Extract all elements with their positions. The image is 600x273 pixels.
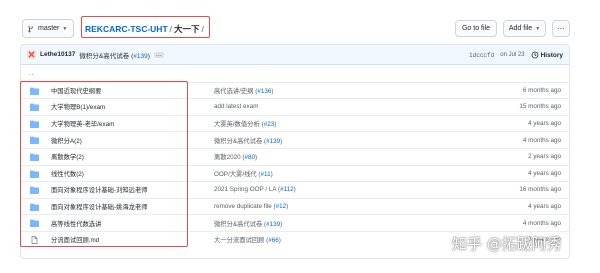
file-commit-age: 4 years ago [528,203,561,211]
expand-commit-button[interactable]: … [153,51,164,58]
file-commit-message[interactable]: OOP/大雾/线代 (#11) [214,169,273,178]
branch-selector[interactable]: master ▼ [22,19,74,38]
watermark: 知乎 @拓跋阿秀 [452,235,562,253]
commit-date: on Jul 23 [500,52,525,58]
commit-pr-link[interactable]: #139 [133,53,147,60]
file-commit-message[interactable]: 微积分&高代试卷 (#139) [214,219,282,228]
more-options-button[interactable]: ··· [552,20,570,37]
history-label: History [540,51,563,59]
commit-meta: 1dcccfd on Jul 23 History [469,45,563,65]
commit-message-text: OOP/大雾/线代 [214,170,257,178]
file-commit-message[interactable]: 2021 Spring OOP / LA (#112) [214,186,296,193]
commit-message-text: 高代选讲/史纲 [214,87,254,95]
commit-pr-link[interactable]: #66 [268,237,279,244]
parent-directory-link[interactable]: .. [29,70,35,77]
commit-pr-link[interactable]: #139 [266,221,280,228]
commit-message-text: 微积分&高代试卷 [214,137,263,145]
commit-pr-link[interactable]: #139 [266,138,280,145]
commit-message-text: add latest exam [214,103,259,111]
file-commit-message[interactable]: 离散2020 (#80) [214,152,257,161]
commit-message-text: 大雾英/数值分析 [214,121,260,129]
file-commit-age: 4 months ago [522,219,561,227]
commit-message-text: 微积分&高代试卷 [79,52,130,60]
file-commit-message[interactable]: add latest exam [214,103,258,110]
file-commit-message[interactable]: 微积分&高代试卷 (#139) [214,136,282,145]
git-branch-icon [28,25,33,32]
file-commit-age: 4 months ago [522,136,561,144]
file-commit-message[interactable]: remove duplicate file (#12) [214,203,288,210]
caret-down-icon: ▼ [535,25,541,32]
file-commit-age: 6 months ago [522,86,561,94]
branch-label: master [38,25,60,32]
file-commit-age: 15 months ago [519,103,561,111]
add-file-button[interactable]: Add file ▼ [503,20,546,37]
add-file-label: Add file [508,25,533,32]
commit-message[interactable]: 微积分&高代试卷 (#139) [79,50,149,60]
caret-down-icon: ▼ [62,25,68,32]
commit-pr-link[interactable]: #80 [244,154,255,161]
repo-header: master ▼ REKCARC-TSC-UHT / 大一下 / Go to f… [0,0,600,40]
history-icon [531,51,538,59]
go-to-file-button[interactable]: Go to file [455,20,497,37]
commit-pr-link[interactable]: #12 [276,203,287,210]
file-commit-message[interactable]: 大一分流面试回顾 (#66) [214,235,281,244]
commit-pr-close: ) [147,52,150,60]
file-commit-age: 4 years ago [528,169,561,177]
commit-pr-link[interactable]: #23 [264,121,275,128]
history-button[interactable]: History [531,51,563,59]
commit-message-text: 离散2020 [214,154,241,162]
avatar[interactable] [27,50,36,59]
folder-list-highlight-annotation [20,81,188,247]
commit-pr-link[interactable]: #11 [261,171,271,178]
file-commit-age: 4 years ago [528,120,561,128]
parent-directory-row[interactable]: .. [21,65,569,82]
commit-message-text: 2021 Spring OOP / LA [214,186,277,194]
commit-hash[interactable]: 1dcccfd [469,52,494,59]
breadcrumb-highlight-annotation [81,16,210,38]
file-commit-message[interactable]: 高代选讲/史纲 (#136) [214,86,274,95]
commit-message-text: 微积分&高代试卷 [214,220,263,228]
commit-pr-link[interactable]: #136 [257,88,271,95]
file-commit-age: 2 years ago [528,153,561,161]
commit-message-text: 大一分流面试回顾 [214,237,265,245]
latest-commit-bar: Lethe10137 微积分&高代试卷 (#139) … 1dcccfd on … [21,45,569,65]
commit-pr-link[interactable]: #112 [280,186,294,193]
file-commit-age: 16 months ago [519,186,561,194]
commit-message-text: remove duplicate file [214,203,272,211]
commit-author[interactable]: Lethe10137 [40,51,75,58]
file-commit-message[interactable]: 大雾英/数值分析 (#23) [214,119,276,128]
